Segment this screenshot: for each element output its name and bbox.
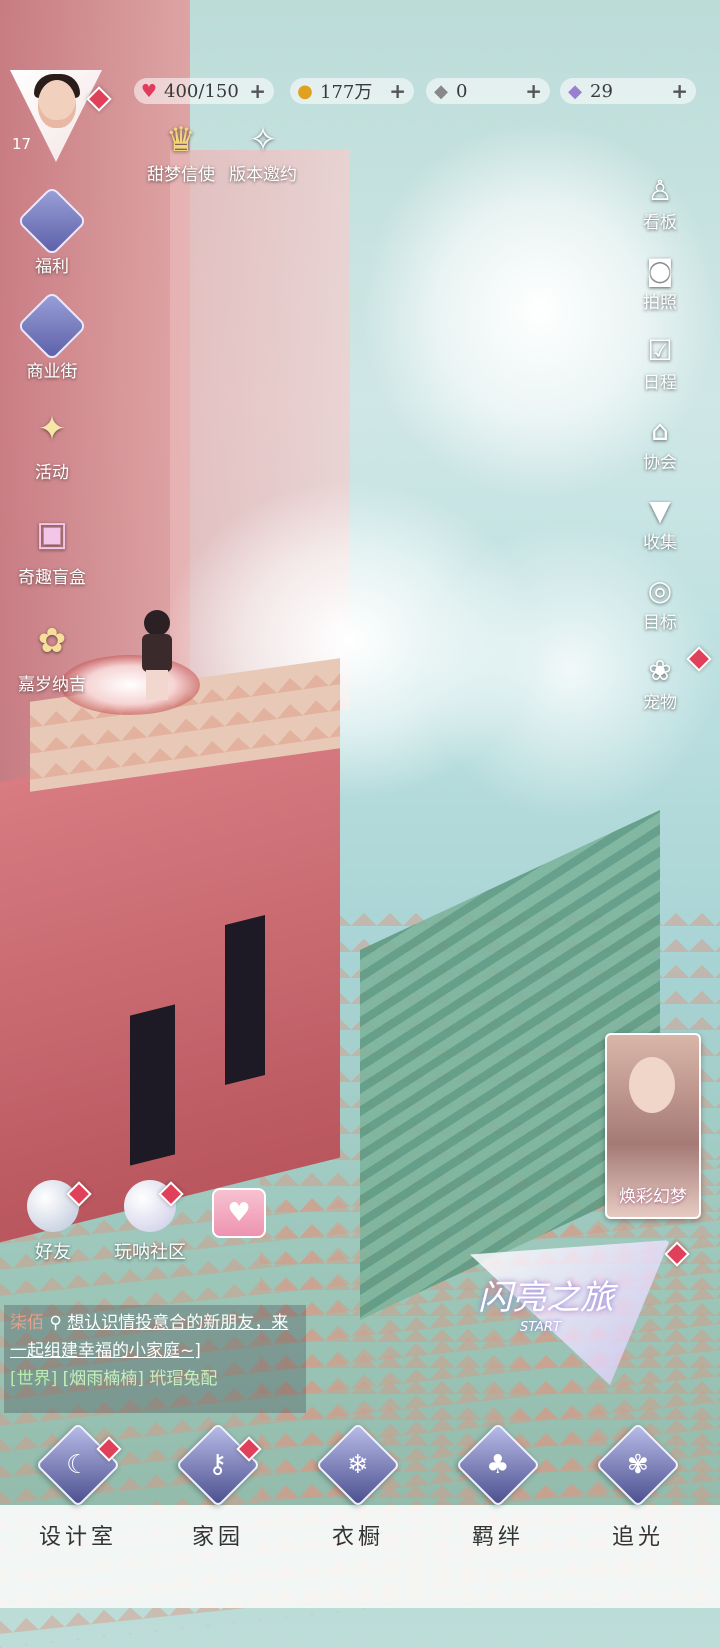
menu-label: 奇趣盲盒 [18,568,86,588]
event-label: 版本邀约 [229,165,297,185]
event-version-invitation[interactable]: ✧ 版本邀约 [218,120,308,185]
resource-crystal[interactable]: ◆ 0 + [426,78,550,104]
scenery-doorway [225,915,265,1085]
chat-world-sender[interactable]: [烟雨楠楠] [63,1369,144,1389]
menu-label: 收集 [643,533,677,553]
event-label: 甜梦信使 [147,165,215,185]
balloon-icon [16,185,88,257]
chat-world-message: 玳瑁兔配 [149,1369,218,1389]
menu-label: 协会 [643,453,677,473]
gold-coin-icon: ● [297,80,313,102]
diamond-value: 29 [590,80,613,102]
menu-label: 看板 [643,213,677,233]
camera-icon: ◙ [646,253,674,287]
menu-label: 嘉岁纳吉 [18,675,86,695]
chat-link-icon: ⚲ [49,1313,62,1333]
chat-channel: [世界] [10,1369,58,1389]
community-label: 玩呐社区 [114,1242,186,1263]
scenery-doorway [130,1004,175,1166]
guild-icon: ⌂ [651,413,669,447]
crown-icon: ♛ [165,120,197,160]
chat-sender-name[interactable]: 柒佰 [10,1313,44,1333]
gift-button[interactable]: ♥ [212,1188,266,1238]
clover-icon: ♣ [455,1422,541,1508]
nav-design-studio[interactable]: ☾ 设计室 [18,1422,138,1551]
menu-schedule[interactable]: ☑ 日程 [630,332,690,394]
nav-home[interactable]: ⚷ 家园 [158,1422,278,1551]
crystal-value: 0 [456,80,468,102]
promo-card[interactable]: 焕彩幻梦 [605,1033,701,1219]
moon-icon: ☾ [35,1422,121,1508]
gift-icon: ♥ [227,1198,251,1228]
add-diamond-button[interactable]: + [671,79,688,103]
banner-title: 闪亮之旅 [478,1278,614,1318]
menu-activities[interactable]: ✦ 活动 [4,400,100,483]
butterfly-icon: ✾ [595,1422,681,1508]
resource-gold[interactable]: ● 177万 + [290,78,414,104]
menu-label: 宠物 [643,693,677,713]
calendar-icon: ☑ [647,333,673,367]
promo-label: 焕彩幻梦 [619,1187,687,1207]
menu-shopping-street[interactable]: 商业街 [4,290,100,382]
add-stamina-button[interactable]: + [249,79,266,103]
paw-icon: ❀ [648,653,672,687]
nav-wardrobe[interactable]: ❄ 衣橱 [298,1422,418,1551]
stamina-value: 400/150 [164,80,239,102]
nav-label: 衣橱 [331,1525,384,1550]
board-icon: ♙ [647,173,673,207]
add-crystal-button[interactable]: + [525,79,542,103]
nav-label: 追光 [611,1525,664,1550]
nav-label: 家园 [191,1525,244,1550]
nav-bonds[interactable]: ♣ 羁绊 [438,1422,558,1551]
menu-label: 商业街 [26,362,78,382]
heart-gem-icon: ♥ [140,80,158,102]
fortune-icon: ✿ [37,621,67,661]
menu-goals[interactable]: ◎ 目标 [630,572,690,634]
key-icon: ⚷ [175,1422,261,1508]
menu-mystery-box[interactable]: ▣ 奇趣盲盒 [4,505,100,588]
event-banner-shining-journey[interactable]: 闪亮之旅 START [470,1240,670,1385]
event-sweet-dream-messenger[interactable]: ♛ 甜梦信使 [136,120,226,185]
collection-icon: ▼ [649,493,671,527]
menu-pets[interactable]: ❀ 宠物 [630,652,690,714]
nav-label: 羁绊 [471,1525,524,1550]
menu-label: 拍照 [643,293,677,313]
menu-board[interactable]: ♙ 看板 [630,172,690,234]
mystery-box-icon: ▣ [35,514,69,554]
promo-character-portrait [629,1057,675,1113]
community-button[interactable]: 玩呐社区 [100,1180,200,1264]
menu-collection[interactable]: ▼ 收集 [630,492,690,554]
stars-icon: ✦ [37,409,67,449]
add-gold-button[interactable]: + [389,79,406,103]
menu-label: 福利 [35,257,69,277]
snowflake-icon: ❄ [315,1422,401,1508]
player-level: 17 [12,135,32,153]
nav-label: 设计室 [38,1525,117,1550]
menu-guild[interactable]: ⌂ 协会 [630,412,690,474]
friends-label: 好友 [35,1242,71,1263]
swan-icon: ✧ [248,120,278,160]
resource-diamond[interactable]: ◆ 29 + [560,78,696,104]
player-character[interactable] [130,590,190,700]
menu-fortune[interactable]: ✿ 嘉岁纳吉 [4,612,100,695]
target-icon: ◎ [647,573,673,607]
diamond-icon: ◆ [568,80,582,102]
banner-subtitle: START [520,1320,561,1335]
gold-value: 177万 [320,82,373,103]
resource-stamina[interactable]: ♥ 400/150 + [134,78,274,104]
crystal-icon: ◆ [434,80,448,102]
shopping-bag-icon [16,290,88,362]
menu-welfare[interactable]: 福利 [4,185,100,277]
menu-label: 日程 [643,373,677,393]
nav-chase-light[interactable]: ✾ 追光 [578,1422,698,1551]
menu-label: 活动 [35,463,69,483]
chat-panel[interactable]: 柒佰 ⚲ 想认识情投意合的新朋友，来一起组建幸福的小家庭~] [世界] [烟雨楠… [4,1305,306,1413]
menu-camera[interactable]: ◙ 拍照 [630,252,690,314]
menu-label: 目标 [643,613,677,633]
